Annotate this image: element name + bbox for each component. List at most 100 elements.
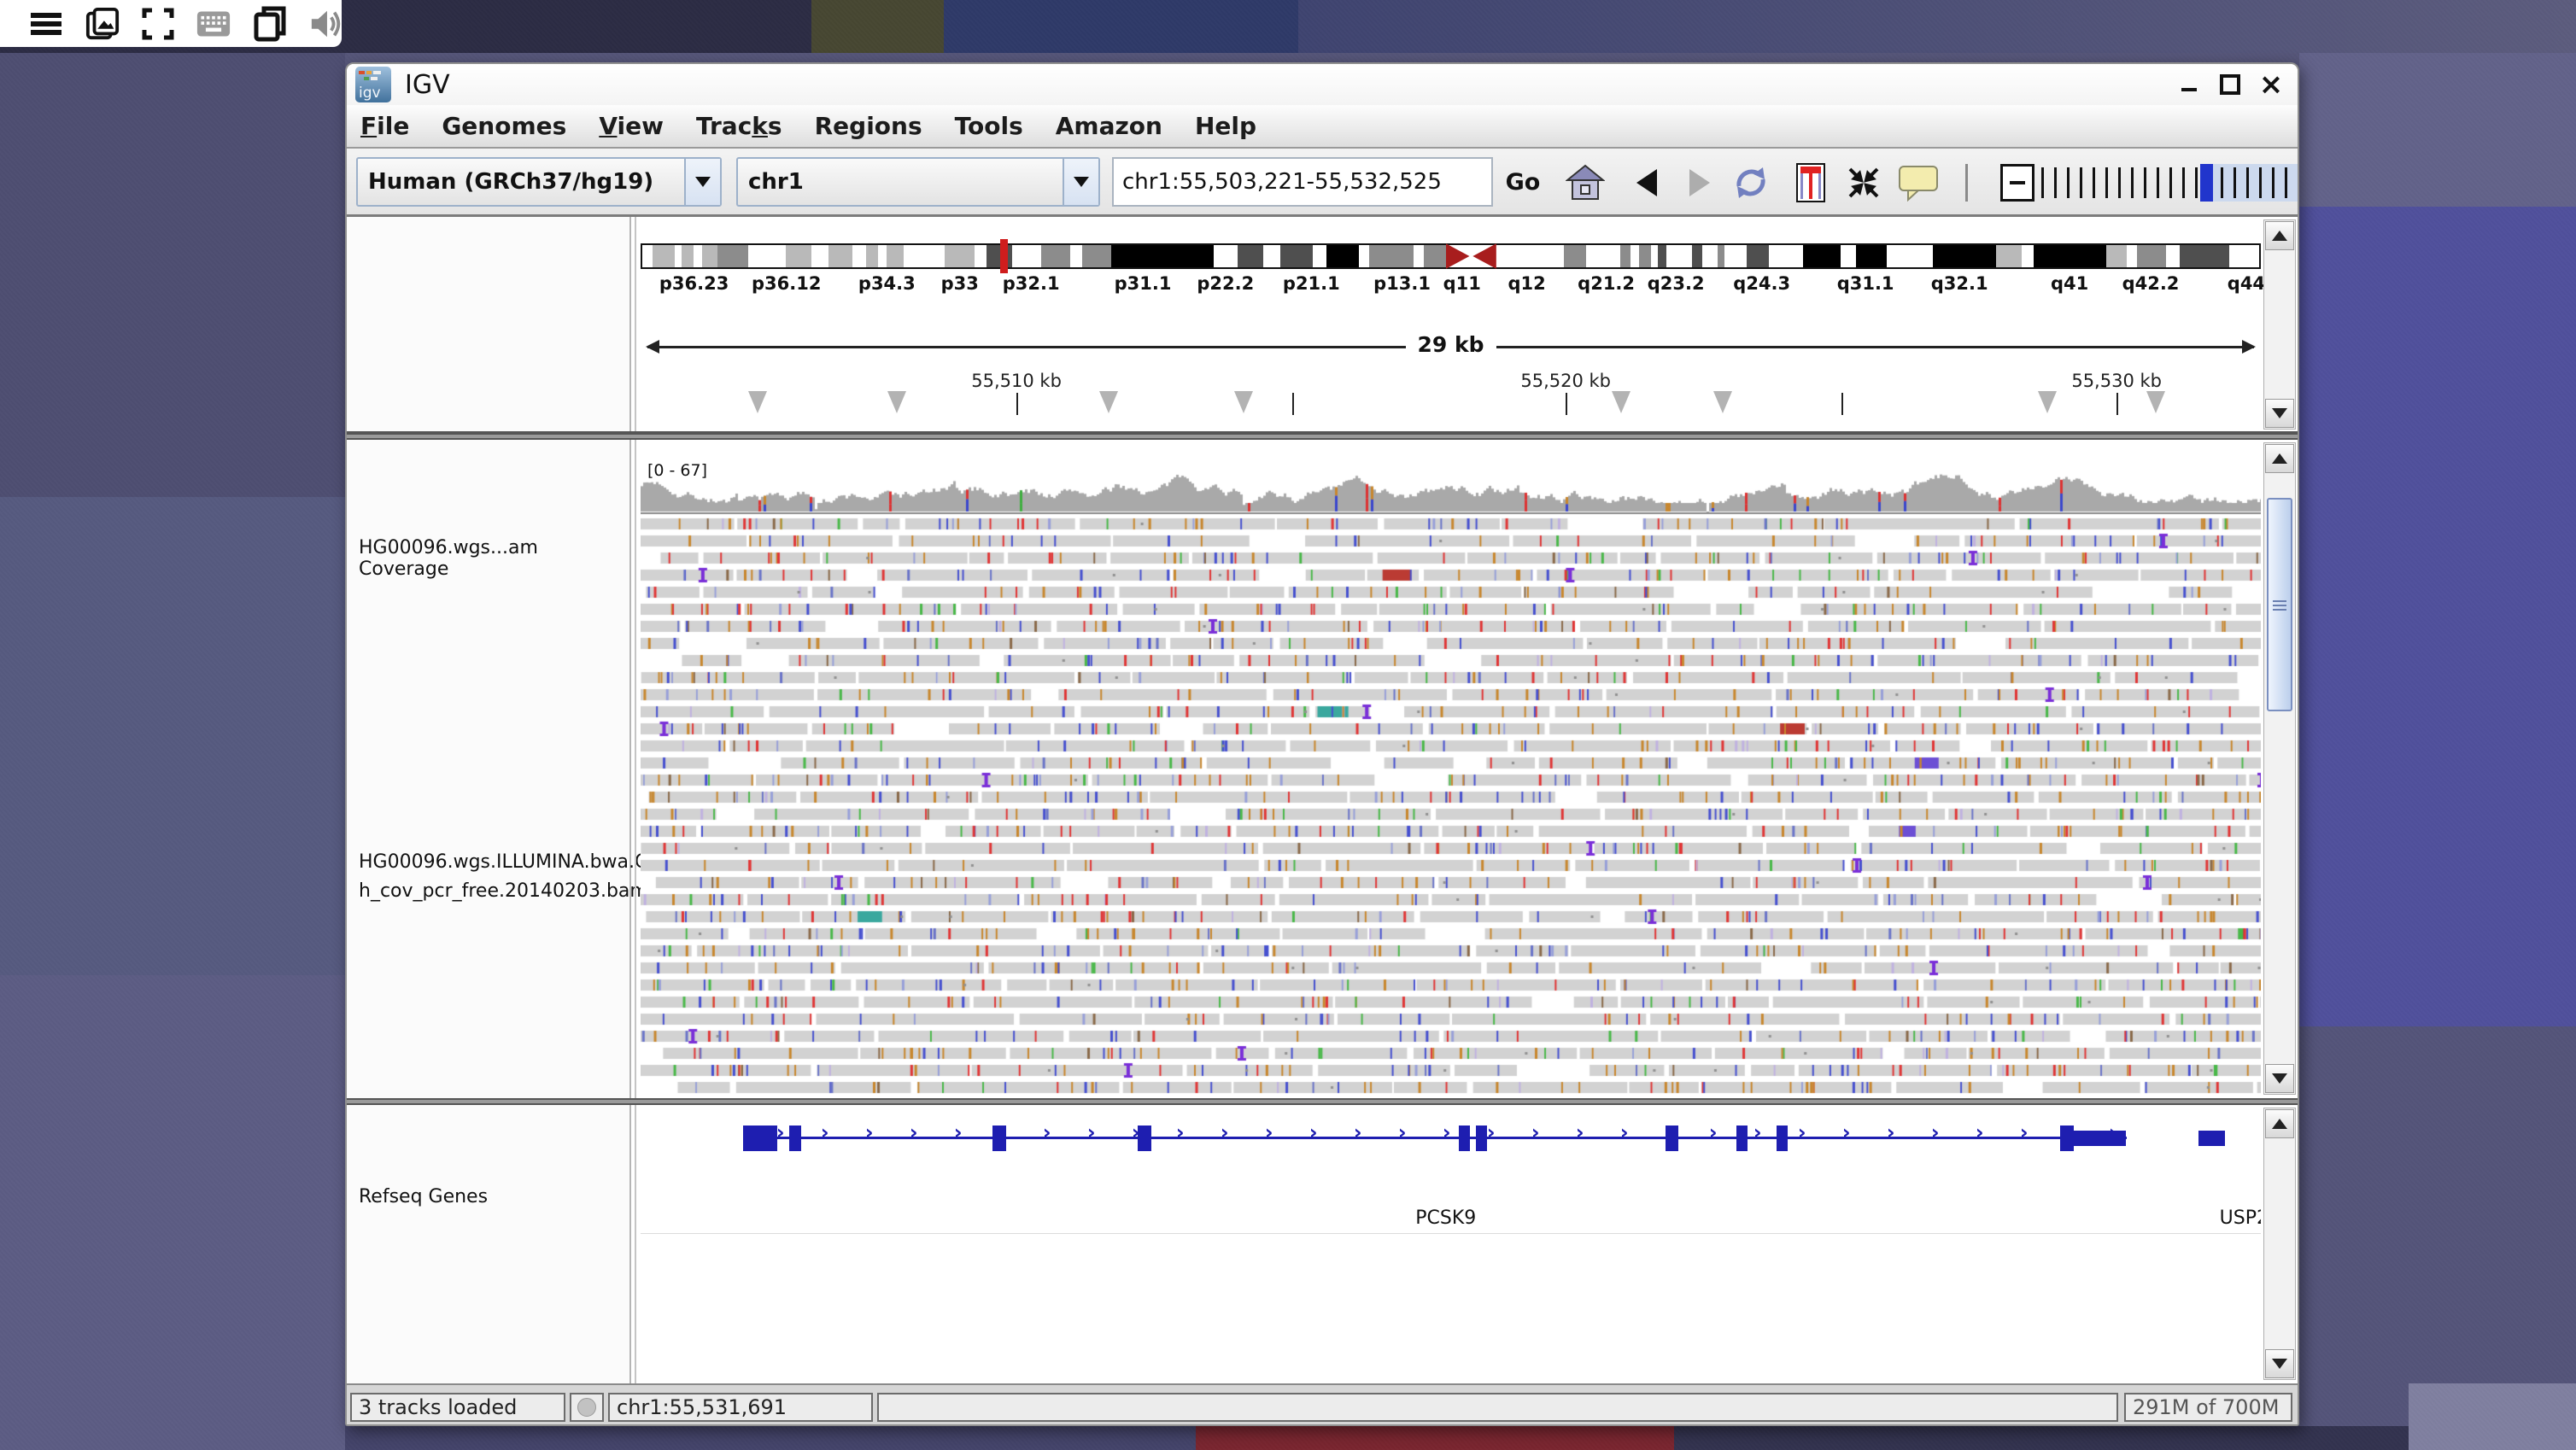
scroll-up-button[interactable] <box>2265 221 2294 250</box>
desktop-tile <box>0 497 345 975</box>
gene-exon <box>1138 1126 1151 1151</box>
scrollbar-thumb[interactable] <box>2267 498 2292 711</box>
refresh-button[interactable] <box>1729 161 1773 205</box>
menu-genomes[interactable]: Genomes <box>442 112 566 140</box>
memory-usage-field: 291M of 700M <box>2124 1393 2292 1422</box>
coverage-range-label: [0 - 67] <box>647 461 707 480</box>
ruler-marker-icon[interactable] <box>1713 391 1732 413</box>
fullscreen-icon[interactable] <box>142 7 174 41</box>
gene-track-divider <box>641 1233 2261 1234</box>
strand-arrow-icon: › <box>1487 1120 1496 1144</box>
ruler-marker-icon[interactable] <box>748 391 767 413</box>
zoom-out-button[interactable] <box>2000 164 2034 202</box>
coverage-track-label[interactable]: HG00096.wgs...am Coverage <box>359 537 629 580</box>
go-button[interactable]: Go <box>1498 161 1548 203</box>
alignment-reads-canvas[interactable] <box>641 459 2261 1098</box>
menu-file[interactable]: File <box>360 112 409 140</box>
scroll-down-button[interactable] <box>2265 1064 2294 1093</box>
menu-tracks[interactable]: Tracks <box>696 112 782 140</box>
ideogram-band <box>1658 245 1666 267</box>
zoom-slider[interactable] <box>2041 164 2298 202</box>
gene-exon <box>789 1126 801 1151</box>
scroll-down-button[interactable] <box>2265 399 2294 428</box>
ruler-tick <box>1292 393 1294 415</box>
keyboard-icon[interactable] <box>196 7 231 41</box>
ruler-marker-icon[interactable] <box>1099 391 1118 413</box>
audio-volume-icon[interactable] <box>309 7 343 41</box>
igv-window: igv IGV × File Genomes View Tracks Regio… <box>345 62 2299 1426</box>
ideogram-band <box>2127 245 2137 267</box>
gene-panel-scrollbar[interactable] <box>2263 1108 2296 1380</box>
back-button[interactable] <box>1625 161 1669 205</box>
strand-arrow-icon: › <box>1443 1120 1451 1144</box>
scroll-up-button[interactable] <box>2265 1109 2294 1138</box>
zoom-tick <box>2131 167 2134 198</box>
genome-select-arrow[interactable] <box>684 159 720 205</box>
status-bar: 3 tracks loaded chr1:55,531,691 291M of … <box>347 1383 2298 1426</box>
alignment-track-label-line2[interactable]: h_cov_pcr_free.20140203.bam <box>359 880 648 902</box>
gene-track-label[interactable]: Refseq Genes <box>359 1186 488 1207</box>
strand-arrow-icon: › <box>1976 1120 1984 1144</box>
tooltip-behavior-button[interactable] <box>1896 161 1941 205</box>
locus-name-panel <box>347 217 631 431</box>
ideogram-band <box>1666 245 1692 267</box>
ideogram-band-label: q41 <box>2051 273 2088 294</box>
menu-tools[interactable]: Tools <box>955 112 1023 140</box>
close-button[interactable]: × <box>2260 73 2282 96</box>
home-button[interactable] <box>1563 161 1607 205</box>
strand-arrow-icon: › <box>954 1120 963 1144</box>
panel-splitter[interactable] <box>347 1098 2298 1105</box>
desktop-tile <box>1298 0 2576 53</box>
locus-input[interactable] <box>1112 157 1493 207</box>
genome-select[interactable]: Human (GRCh37/hg19) <box>356 157 722 207</box>
ideogram-band <box>811 245 828 267</box>
ruler-marker-icon[interactable] <box>2146 391 2165 413</box>
ideogram-band <box>2106 245 2127 267</box>
gene-track[interactable]: ››››››››››››››››››››››››››››››› PCSK9 US… <box>641 1105 2261 1383</box>
ideogram-band <box>1111 245 1214 267</box>
gene-name-panel: Refseq Genes <box>347 1105 631 1383</box>
scroll-up-button[interactable] <box>2265 444 2294 473</box>
ruler-marker-icon[interactable] <box>2038 391 2057 413</box>
menu-regions[interactable]: Regions <box>815 112 922 140</box>
panel-splitter[interactable] <box>347 433 2298 440</box>
status-indicator <box>570 1393 604 1422</box>
ideogram-band <box>975 245 986 267</box>
zoom-tick <box>2105 167 2108 198</box>
menu-help[interactable]: Help <box>1195 112 1256 140</box>
fit-to-window-button[interactable] <box>1841 161 1886 205</box>
gene-exon <box>2060 1126 2074 1151</box>
locus-panel-scrollbar[interactable] <box>2263 219 2296 430</box>
region-of-interest-button[interactable] <box>1789 161 1833 205</box>
desktop-tile <box>0 975 345 1450</box>
alignment-panel-scrollbar[interactable] <box>2263 442 2296 1095</box>
window-copy-icon[interactable] <box>253 7 287 41</box>
minimize-button[interactable] <box>2178 73 2200 96</box>
zoom-tick <box>2157 167 2159 198</box>
ideogram-band <box>2166 245 2180 267</box>
chromosome-select[interactable]: chr1 <box>736 157 1100 207</box>
zoom-slider-thumb[interactable] <box>2200 164 2213 202</box>
screenshot-icon[interactable] <box>85 7 120 41</box>
maximize-button[interactable] <box>2219 73 2241 96</box>
ideogram-band <box>852 245 866 267</box>
chromosome-select-arrow[interactable] <box>1063 159 1098 205</box>
strand-arrow-icon: › <box>2020 1120 2029 1144</box>
forward-button[interactable] <box>1677 161 1722 205</box>
title-bar[interactable]: igv IGV × <box>347 64 2298 105</box>
alignment-track-label-line1[interactable]: HG00096.wgs.ILLUMINA.bwa.G <box>359 851 649 873</box>
ideogram-band <box>1651 245 1658 267</box>
ideogram-band <box>694 245 702 267</box>
menu-amazon[interactable]: Amazon <box>1056 112 1162 140</box>
gene-exon <box>743 1126 777 1151</box>
ruler-marker-icon[interactable] <box>1234 391 1253 413</box>
ruler-marker-icon[interactable] <box>1612 391 1630 413</box>
menu-view[interactable]: View <box>599 112 664 140</box>
genome-select-value: Human (GRCh37/hg19) <box>358 169 684 195</box>
ideogram-band-label: q11 <box>1443 273 1481 294</box>
ruler-marker-icon[interactable] <box>887 391 906 413</box>
ideogram-band <box>702 245 717 267</box>
menu-icon[interactable] <box>29 7 63 41</box>
ideogram-band <box>1747 245 1769 267</box>
scroll-down-button[interactable] <box>2265 1349 2294 1378</box>
